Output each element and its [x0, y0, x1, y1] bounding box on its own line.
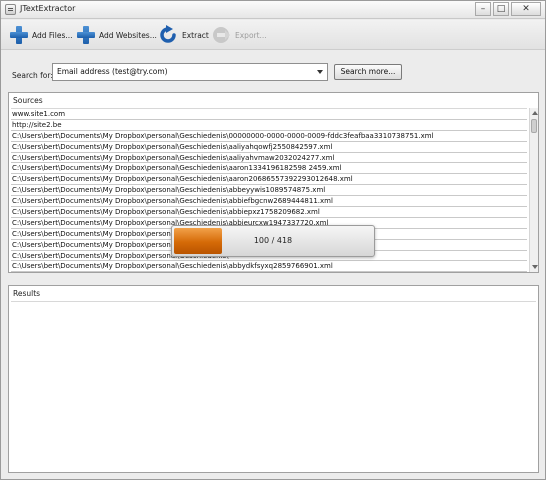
search-type-value: Email address (test@try.com): [57, 67, 168, 76]
plus-icon: [76, 25, 96, 45]
add-files-button[interactable]: Add Files...: [9, 24, 73, 46]
progress-dialog: 100 / 418: [171, 225, 375, 257]
close-button[interactable]: ✕: [511, 2, 541, 16]
extract-button[interactable]: Extract: [157, 24, 209, 46]
maximize-button[interactable]: □: [493, 2, 509, 16]
source-list-item[interactable]: C:\Users\bert\Documents\My Dropbox\perso…: [11, 142, 527, 153]
source-list-item[interactable]: C:\Users\bert\Documents\My Dropbox\perso…: [11, 207, 527, 218]
results-title: Results: [13, 289, 41, 298]
search-type-select[interactable]: Email address (test@try.com): [52, 63, 328, 81]
add-websites-button[interactable]: Add Websites...: [76, 24, 157, 46]
scroll-down-icon[interactable]: [532, 265, 538, 269]
export-button[interactable]: Export...: [210, 24, 267, 46]
source-list-item[interactable]: C:\Users\bert\Documents\My Dropbox\perso…: [11, 261, 527, 272]
minimize-button[interactable]: –: [475, 2, 491, 16]
source-list-item[interactable]: C:\Users\bert\Documents\My Dropbox\perso…: [11, 185, 527, 197]
scroll-thumb[interactable]: [531, 119, 537, 133]
source-list-item[interactable]: C:\Users\bert\Documents\My Dropbox\perso…: [11, 163, 527, 175]
app-window: JTextExtractor – □ ✕ Add Files... Add We…: [0, 0, 546, 480]
scroll-up-icon[interactable]: [532, 111, 538, 115]
results-panel: Results: [8, 285, 539, 473]
source-list-item[interactable]: www.site1.com: [11, 109, 527, 120]
source-list-item[interactable]: C:\Users\bert\Documents\My Dropbox\perso…: [11, 131, 527, 142]
sources-scrollbar[interactable]: [529, 108, 538, 272]
chevron-down-icon[interactable]: [317, 70, 323, 74]
app-icon: [5, 4, 16, 15]
sources-title: Sources: [13, 96, 43, 105]
search-label: Search for:: [12, 71, 53, 80]
search-row: Search for: Email address (test@try.com)…: [1, 51, 545, 87]
export-label: Export...: [235, 30, 267, 40]
source-list-item[interactable]: C:\Users\bert\Documents\My Dropbox\perso…: [11, 174, 527, 186]
source-list-item[interactable]: http://site2.be: [11, 120, 527, 131]
extract-label: Extract: [182, 30, 209, 40]
results-area[interactable]: [11, 301, 536, 471]
toolbar: Add Files... Add Websites... Extract Exp…: [1, 20, 545, 50]
plus-icon: [9, 25, 29, 45]
window-title: JTextExtractor: [20, 4, 76, 13]
title-bar[interactable]: JTextExtractor – □ ✕: [1, 1, 545, 19]
add-files-label: Add Files...: [32, 30, 73, 40]
source-list-item[interactable]: C:\Users\bert\Documents\My Dropbox\perso…: [11, 153, 527, 164]
search-more-button[interactable]: Search more...: [334, 64, 402, 80]
progress-text: 100 / 418: [253, 236, 293, 245]
refresh-arrow-icon: [157, 24, 179, 46]
export-icon: [210, 24, 232, 46]
add-websites-label: Add Websites...: [99, 30, 157, 40]
source-list-item[interactable]: C:\Users\bert\Documents\My Dropbox\perso…: [11, 196, 527, 208]
